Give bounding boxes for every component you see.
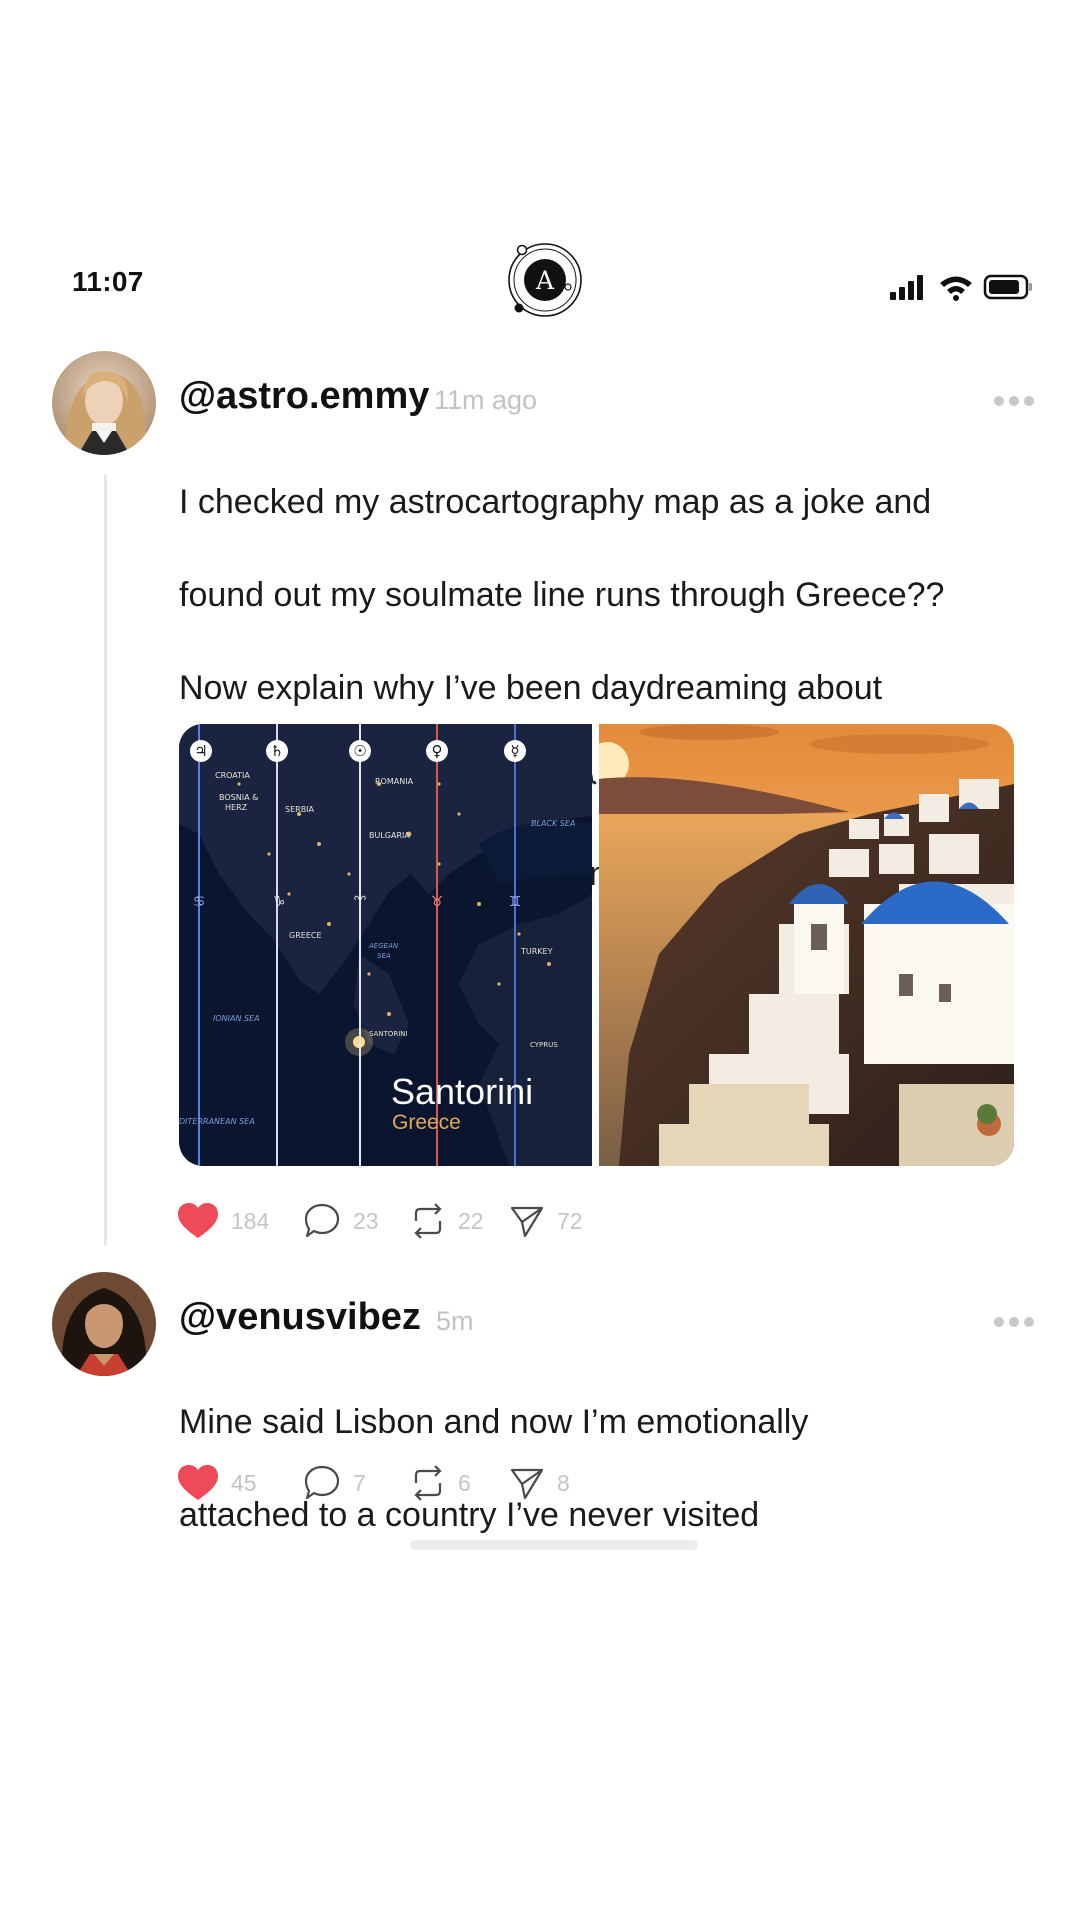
post-text-line: I checked my astrocartography map as a j… <box>179 482 932 521</box>
post-media[interactable]: ♃ ♄ ☉ ♀ ☿ ♋ ♑ ♈ ♉ ♊ CROATIA BOSNIA & HER… <box>179 724 1014 1166</box>
like-button[interactable]: 45 <box>177 1463 257 1503</box>
svg-text:♋: ♋ <box>193 894 206 910</box>
svg-text:AEGEAN: AEGEAN <box>368 942 399 950</box>
heart-icon <box>178 1465 218 1500</box>
post-text-line: Now explain why I’ve been daydreaming ab… <box>179 668 883 707</box>
send-icon <box>510 1206 544 1238</box>
comment-icon <box>304 1465 340 1500</box>
more-options-icon[interactable] <box>993 1315 1035 1327</box>
signal-icon <box>890 275 923 300</box>
svg-text:BULGARIA: BULGARIA <box>369 831 410 840</box>
santorini-photo-image[interactable] <box>585 724 1014 1166</box>
map-country-label: Greece <box>392 1111 461 1134</box>
astrocartography-map-image[interactable]: ♃ ♄ ☉ ♀ ☿ ♋ ♑ ♈ ♉ ♊ CROATIA BOSNIA & HER… <box>179 724 592 1166</box>
post-timestamp: 5m <box>436 1306 474 1336</box>
svg-text:A: A <box>535 266 555 295</box>
post-actions: 45 7 6 8 <box>177 1463 597 1503</box>
svg-text:BLACK SEA: BLACK SEA <box>531 819 575 828</box>
like-button[interactable]: 184 <box>177 1201 269 1241</box>
svg-text:♃: ♃ <box>194 742 207 760</box>
repost-icon <box>414 1203 442 1239</box>
svg-text:SANTORINI: SANTORINI <box>369 1030 408 1038</box>
post-text-line: Mine said Lisbon and now I’m emotionally <box>179 1402 809 1441</box>
status-time: 11:07 <box>72 266 144 297</box>
svg-text:♄: ♄ <box>270 742 283 760</box>
svg-text:CYPRUS: CYPRUS <box>530 1041 558 1049</box>
svg-text:♑: ♑ <box>273 894 286 910</box>
svg-text:☉: ☉ <box>353 742 366 760</box>
svg-text:SERBIA: SERBIA <box>285 805 315 814</box>
svg-text:HERZ: HERZ <box>225 803 248 812</box>
comment-count: 23 <box>353 1207 379 1234</box>
status-icons <box>890 270 1035 306</box>
svg-text:☿: ☿ <box>510 742 519 760</box>
like-count: 184 <box>231 1207 270 1234</box>
svg-text:♊: ♊ <box>509 894 522 910</box>
app-logo[interactable]: A <box>505 240 585 320</box>
avatar[interactable] <box>52 1272 156 1376</box>
repost-icon <box>414 1465 442 1501</box>
svg-text:DITERRANEAN SEA: DITERRANEAN SEA <box>179 1117 255 1126</box>
post-timestamp: 11m ago <box>434 385 538 415</box>
svg-text:BOSNIA &: BOSNIA & <box>219 793 258 802</box>
repost-button[interactable]: 22 <box>410 1201 484 1241</box>
share-count: 8 <box>557 1469 570 1496</box>
wifi-icon <box>940 276 972 301</box>
comment-button[interactable]: 7 <box>303 1463 366 1503</box>
svg-text:♀: ♀ <box>432 742 443 760</box>
post-actions: 184 23 22 72 <box>177 1201 597 1241</box>
svg-text:GREECE: GREECE <box>289 931 322 940</box>
avatar[interactable] <box>52 351 156 455</box>
post-author-handle[interactable]: @venusvibez <box>179 1296 421 1339</box>
astro-logo-icon: A <box>508 243 582 317</box>
battery-icon <box>983 274 1032 300</box>
post-text-line: found out my soulmate line runs through … <box>179 575 945 614</box>
repost-count: 22 <box>458 1207 484 1234</box>
share-button[interactable]: 72 <box>509 1201 583 1241</box>
svg-text:IONIAN SEA: IONIAN SEA <box>213 1014 260 1023</box>
share-count: 72 <box>557 1207 583 1234</box>
share-button[interactable]: 8 <box>509 1463 570 1503</box>
svg-text:TURKEY: TURKEY <box>520 947 553 956</box>
comment-icon <box>304 1203 340 1238</box>
more-options-icon[interactable] <box>993 394 1035 406</box>
like-count: 45 <box>231 1469 257 1496</box>
svg-text:CROATIA: CROATIA <box>215 771 250 780</box>
post-author-handle[interactable]: @astro.emmy <box>179 375 429 418</box>
comment-count: 7 <box>353 1469 366 1496</box>
comment-button[interactable]: 23 <box>303 1201 379 1241</box>
heart-icon <box>178 1203 218 1238</box>
svg-text:♉: ♉ <box>431 894 444 910</box>
send-icon <box>510 1468 544 1500</box>
repost-count: 6 <box>458 1469 471 1496</box>
svg-text:♈: ♈ <box>354 894 367 910</box>
map-city-label: Santorini <box>391 1071 533 1112</box>
svg-text:SEA: SEA <box>377 952 391 960</box>
home-indicator[interactable] <box>410 1540 698 1550</box>
repost-button[interactable]: 6 <box>410 1463 471 1503</box>
svg-text:ROMANIA: ROMANIA <box>375 777 414 786</box>
thread-line <box>104 475 107 1245</box>
